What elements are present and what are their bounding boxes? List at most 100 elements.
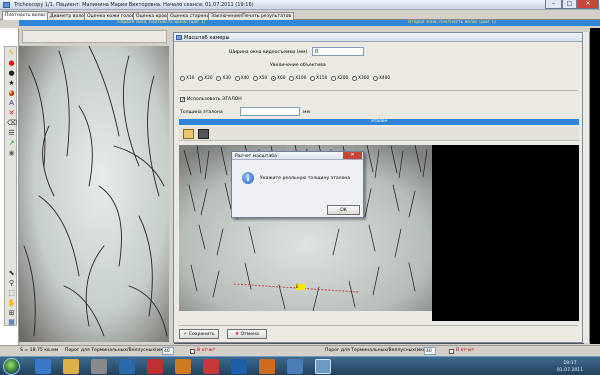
zone-2-header: Вторая зона, плотность волос (шаг 1) — [304, 20, 600, 26]
erase-icon[interactable]: ⌫ — [7, 119, 17, 127]
zone-1-hint: (шаг 1) — [188, 20, 206, 25]
trichoscopy-task[interactable] — [315, 359, 331, 374]
threshold-field-2[interactable]: 40 — [424, 347, 436, 355]
zone-2-image[interactable] — [590, 28, 600, 344]
tool-palette: ✎ ● ● ★ ◕ A ✕ ⌫ ☰ ↗ ◉ ⬉ ⚲ ⬚ ✋ ⊞ ▦ — [4, 46, 17, 326]
thickness-label: Толщина эталона — [180, 110, 223, 115]
firefox-icon[interactable] — [175, 359, 191, 374]
etalon-toolbar — [179, 127, 579, 141]
clock-time: 19:17 — [563, 361, 577, 366]
app-icon-1[interactable] — [119, 359, 135, 374]
radio-x20[interactable]: X20 — [198, 76, 213, 81]
word-icon[interactable] — [231, 359, 247, 374]
radio-x40[interactable]: X40 — [234, 76, 249, 81]
report-checkbox-2[interactable] — [449, 349, 454, 354]
use-etalon-checkbox[interactable]: ✓ — [180, 97, 185, 103]
app-title: Trichoscopy 1/1. Пациент: Малинина Мария… — [14, 2, 254, 8]
layers-icon[interactable]: ☰ — [7, 129, 16, 137]
radio-x150[interactable]: X150 — [310, 76, 327, 81]
tab-report[interactable]: Заключение/Печать результатов — [208, 12, 295, 20]
message-box-title-bar: Расчет масштаба ✕ — [232, 152, 363, 160]
radio-x60[interactable]: X60 — [271, 76, 285, 81]
info-icon: i — [242, 172, 254, 184]
scale-calc-message-box: Расчет масштаба ✕ i Укажите реальную тол… — [231, 151, 364, 218]
open-image-icon[interactable] — [183, 129, 194, 139]
radio-x100[interactable]: X100 — [289, 76, 306, 81]
letter-a-icon[interactable]: A — [7, 99, 16, 107]
opera-icon[interactable] — [203, 359, 219, 374]
threshold-label: Порог для Терминальных/Веллусных(мкм) — [65, 348, 169, 353]
zoom-icon[interactable]: ⚲ — [7, 279, 16, 287]
clock-date: 01.07.2011 — [556, 368, 584, 373]
radio-x300[interactable]: X300 — [352, 76, 369, 81]
message-text: Укажите реальную толщину эталона — [260, 176, 351, 181]
thickness-field[interactable] — [240, 107, 300, 116]
etalon-section-header: Эталон — [179, 119, 579, 125]
eye-icon[interactable]: ◉ — [7, 149, 16, 157]
area-readout: S = 18.75 кв.мм — [20, 348, 59, 353]
save-button[interactable]: ✔ Сохранить — [179, 329, 219, 339]
use-etalon-label: Использовать ЭТАЛОН — [187, 97, 242, 102]
module-tabs: Плотность волос Диаметр волос Оценка кож… — [0, 11, 600, 20]
report-checkbox[interactable] — [190, 349, 195, 354]
zone-1-header: Первая зона, плотность волос (шаг 1) — [19, 20, 304, 26]
threshold-label-2: Порог для Терминальных/Веллусных(мкм) — [325, 348, 429, 353]
zone-1-dermoscopy-image[interactable] — [19, 46, 169, 342]
app-icon-3[interactable] — [287, 359, 303, 374]
pointer-icon[interactable]: ⬉ — [7, 269, 16, 277]
radio-x400[interactable]: X400 — [372, 76, 390, 81]
app-icon — [3, 2, 10, 8]
threshold-field[interactable]: 40 — [162, 347, 174, 355]
separator-bottom — [178, 325, 578, 326]
dialog-icon — [176, 35, 182, 40]
cross-icon: ✘ — [235, 332, 239, 337]
color-wheel-icon[interactable]: ◕ — [7, 89, 16, 97]
radio-x30[interactable]: X30 — [216, 76, 231, 81]
black-dot-icon[interactable]: ● — [7, 69, 16, 77]
width-label: Ширина окна видеосъемки (мм) — [229, 50, 308, 55]
measure-icon[interactable]: ⊞ — [7, 309, 16, 317]
status-bar: S = 18.75 кв.мм Порог для Терминальных/В… — [0, 345, 600, 355]
pen-icon[interactable]: ✎ — [7, 49, 16, 57]
radio-x50[interactable]: X50 — [252, 76, 267, 81]
app-icon-2[interactable] — [147, 359, 163, 374]
radio-x10[interactable]: X10 — [180, 76, 194, 81]
dialog-border — [583, 32, 590, 343]
radio-x200[interactable]: X200 — [331, 76, 348, 81]
checkmark-icon: ✔ — [183, 332, 188, 337]
dialog-title: Масштаб камеры — [184, 35, 230, 41]
powerpoint-icon[interactable] — [259, 359, 275, 374]
ie-icon[interactable] — [35, 359, 51, 374]
close-window-button[interactable]: ✕ — [577, 0, 599, 9]
grid-icon[interactable]: ▦ — [7, 318, 16, 326]
hand-icon[interactable]: ✋ — [7, 299, 16, 307]
cancel-button[interactable]: ✘ Отмена — [227, 329, 267, 339]
dialog-title-bar: Масштаб камеры — [174, 33, 582, 42]
red-dot-icon[interactable]: ● — [7, 59, 16, 67]
message-close-button[interactable]: ✕ — [343, 152, 362, 159]
media-icon[interactable] — [91, 359, 107, 374]
minimize-button[interactable]: – — [545, 0, 562, 9]
left-image-toolbar — [22, 30, 167, 43]
start-button[interactable] — [3, 358, 20, 375]
windows-taskbar: 19:17 01.07.2011 — [0, 356, 600, 375]
zone-2-title: Вторая зона, плотность волос — [408, 20, 478, 25]
star-icon[interactable]: ★ — [7, 79, 16, 87]
etalon-preview-area — [432, 145, 579, 321]
explorer-icon[interactable] — [63, 359, 79, 374]
ok-button[interactable]: OK — [327, 205, 360, 215]
zone-1-title: Первая зона, плотность волос — [117, 20, 188, 25]
camera-icon[interactable] — [198, 129, 209, 139]
maximize-button[interactable]: □ — [562, 0, 577, 9]
thickness-unit: мм — [303, 110, 310, 115]
tab-density[interactable]: Плотность волос — [2, 11, 49, 20]
zone-2-hint: (шаг 1) — [479, 20, 496, 25]
arrow-icon[interactable]: ↗ — [7, 139, 16, 147]
width-field[interactable]: 0 — [312, 47, 364, 56]
separator — [178, 90, 578, 91]
magnification-radio-group: X10 X20 X30 X40 X50 X60 X100 X150 X200 X… — [180, 76, 410, 84]
delete-x-icon[interactable]: ✕ — [7, 109, 16, 117]
magnification-label: Увеличение объектива — [270, 63, 326, 68]
report-label-2: В отчет — [456, 348, 475, 353]
crop-icon[interactable]: ⬚ — [7, 289, 16, 297]
